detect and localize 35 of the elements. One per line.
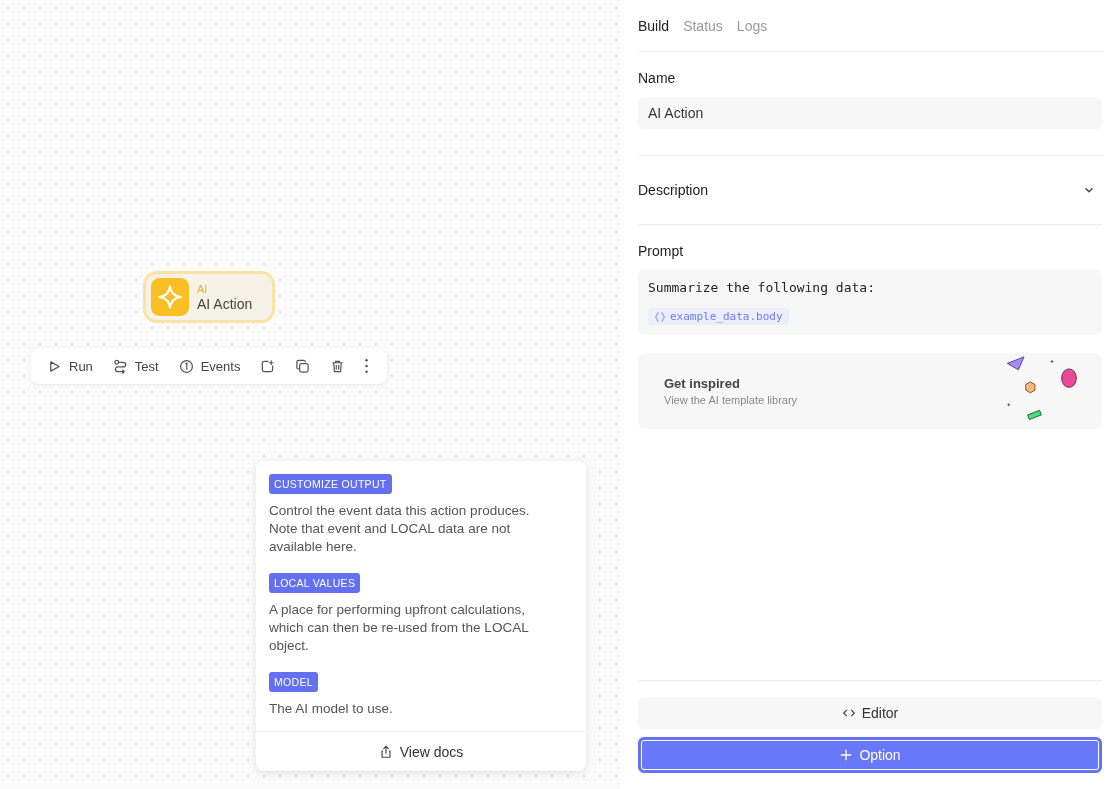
play-icon: [47, 358, 62, 374]
more-icon: [365, 359, 369, 373]
plus-icon: [839, 748, 854, 762]
prompt-label: Prompt: [638, 243, 685, 259]
name-field[interactable]: AI Action: [638, 97, 1102, 129]
view-docs-link[interactable]: View docs: [256, 731, 586, 771]
description-toggle[interactable]: Description: [638, 156, 1102, 225]
add-option-button[interactable]: Option: [638, 737, 1102, 773]
name-label: Name: [638, 70, 677, 86]
ai-action-node[interactable]: AI AI Action: [143, 271, 275, 323]
number-circle-icon: [178, 358, 194, 374]
inspiration-card[interactable]: Get inspired View the AI template library: [638, 353, 1102, 429]
events-button[interactable]: Events: [172, 354, 247, 378]
section-tag: LOCAL VALUES: [269, 573, 361, 593]
card-subtitle: View the AI template library: [664, 394, 798, 406]
section-tag: MODEL: [269, 672, 318, 692]
copy-icon: [295, 358, 311, 374]
test-button[interactable]: Test: [106, 354, 165, 378]
braces-icon: [654, 310, 666, 323]
editor-button[interactable]: Editor: [638, 697, 1102, 729]
prompt-text: Summarize the following data:: [648, 280, 875, 295]
card-title: Get inspired: [664, 376, 741, 391]
section-description: Control the event data this action produces. Note that event and LOCAL data are not available here.: [269, 502, 531, 556]
trash-icon: [330, 358, 346, 374]
tab[interactable]: Build: [638, 17, 670, 34]
section-tag: CUSTOMIZE OUTPUT: [269, 474, 392, 494]
prompt-editor[interactable]: Summarize the following data: example_data.body: [638, 270, 1102, 335]
route-icon: [112, 358, 128, 374]
run-button[interactable]: Run: [41, 354, 99, 378]
section-description: The AI model to use.: [269, 700, 394, 718]
share-icon: [378, 744, 393, 759]
node-title: AI Action: [197, 295, 253, 312]
sparkle-icon: [151, 278, 189, 316]
section-description: A place for performing upfront calculations, which can then be re-used from the LOCAL object.: [269, 601, 530, 655]
node-category: AI: [197, 282, 209, 296]
